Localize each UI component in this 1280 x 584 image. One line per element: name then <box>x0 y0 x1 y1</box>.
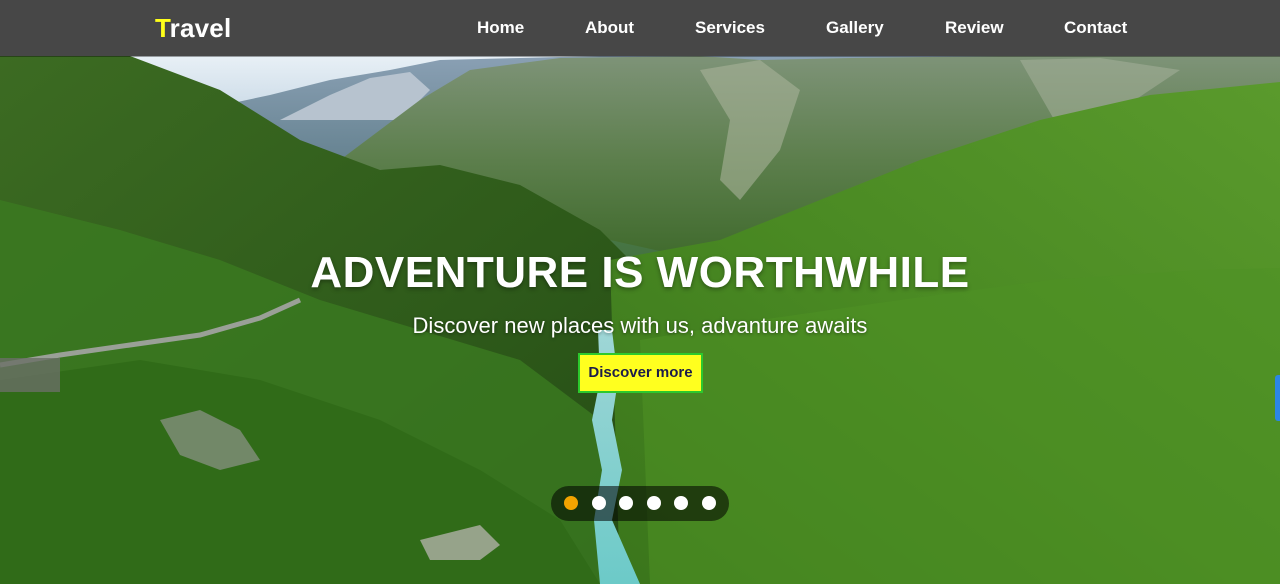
slider-dot[interactable] <box>674 496 688 510</box>
nav-menu: Home About Services Gallery Review Conta… <box>0 0 1280 56</box>
page: Travel Home About Services Gallery Revie… <box>0 0 1280 584</box>
side-tab-handle[interactable] <box>1275 375 1280 421</box>
slider-dot[interactable] <box>619 496 633 510</box>
nav-link-contact[interactable]: Contact <box>1064 18 1127 38</box>
hero-subtitle: Discover new places with us, advanture a… <box>412 313 868 338</box>
slider-dot[interactable] <box>702 496 716 510</box>
hero-title: ADVENTURE IS WORTHWHILE <box>310 248 970 297</box>
slider-dot-active[interactable] <box>564 496 578 510</box>
nav-link-home[interactable]: Home <box>477 18 524 38</box>
nav-link-services[interactable]: Services <box>695 18 765 38</box>
slider-dots <box>551 486 729 521</box>
navbar: Travel Home About Services Gallery Revie… <box>0 0 1280 56</box>
slider-dot[interactable] <box>592 496 606 510</box>
nav-link-gallery[interactable]: Gallery <box>826 18 884 38</box>
nav-link-review[interactable]: Review <box>945 18 1004 38</box>
slider-dot[interactable] <box>647 496 661 510</box>
nav-link-about[interactable]: About <box>585 18 634 38</box>
discover-more-button[interactable]: Discover more <box>578 353 703 393</box>
